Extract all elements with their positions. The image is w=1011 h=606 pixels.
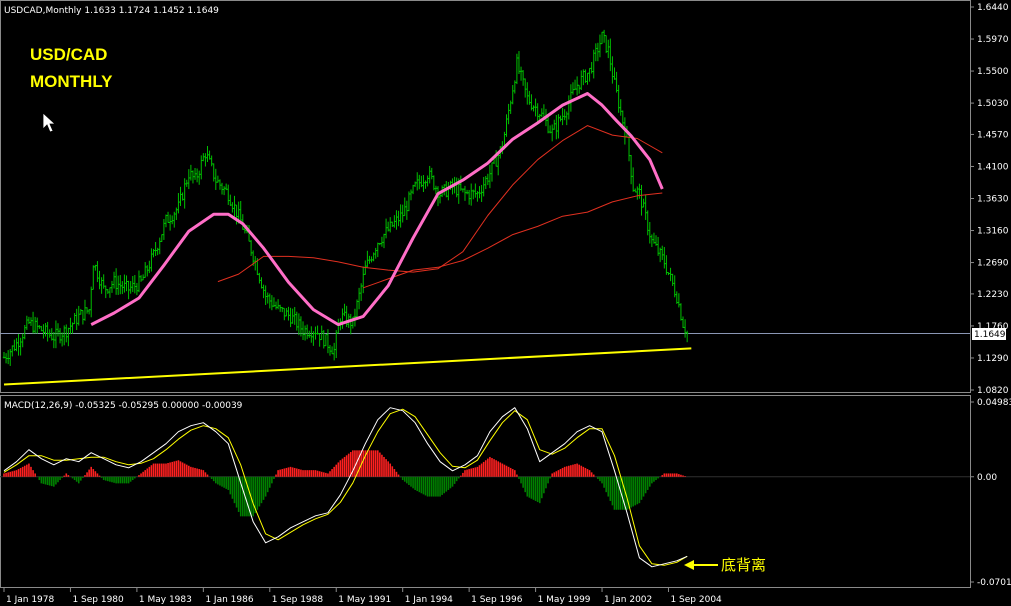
x-tick-label: 1 Jan 2002 xyxy=(604,595,652,605)
title-line2: MONTHLY xyxy=(30,72,113,91)
x-tick-label: 1 Sep 1980 xyxy=(72,595,124,605)
x-tick-label: 1 Sep 1988 xyxy=(272,595,324,605)
x-tick-label: 1 Jan 1986 xyxy=(205,595,253,605)
current-price-label: 1.1649 xyxy=(974,330,1006,340)
title-line1: USD/CAD xyxy=(30,45,107,64)
x-tick-label: 1 Jan 1978 xyxy=(6,595,54,605)
macd-y-tick-label: 0.00 xyxy=(977,473,997,483)
x-tick-label: 1 Jan 1994 xyxy=(405,595,453,605)
macd-y-tick-label: 0.04983 xyxy=(977,398,1011,408)
x-tick-label: 1 May 1999 xyxy=(538,595,591,605)
price-y-tick-label: 1.4100 xyxy=(977,162,1009,172)
x-tick-label: 1 Sep 2004 xyxy=(670,595,722,605)
main-header: USDCAD,Monthly 1.1633 1.1724 1.1452 1.16… xyxy=(4,6,219,16)
chart-canvas[interactable]: 1.6440 1.5970 1.5500 1.5030 1.4570 1.4100 1.36… xyxy=(0,0,1011,606)
price-y-tick-label: 1.5500 xyxy=(977,67,1009,77)
price-y-tick-label: 1.5030 xyxy=(977,99,1009,109)
price-y-tick-label: 1.1290 xyxy=(977,354,1009,364)
price-y-tick-label: 1.3630 xyxy=(977,195,1009,205)
price-y-tick-label: 1.2690 xyxy=(977,259,1009,269)
price-y-tick-label: 1.2230 xyxy=(977,290,1009,300)
price-y-tick-label: 1.5970 xyxy=(977,35,1009,45)
price-y-tick-label: 1.6440 xyxy=(977,3,1009,13)
background xyxy=(0,0,1011,606)
price-y-tick-label: 1.4570 xyxy=(977,130,1009,140)
macd-header: MACD(12,26,9) -0.05325 -0.05295 0.00000 … xyxy=(4,401,243,411)
annotation-text: 底背离 xyxy=(721,556,766,574)
price-y-tick-label: 1.3160 xyxy=(977,227,1009,237)
x-tick-label: 1 May 1991 xyxy=(338,595,391,605)
price-y-tick-label: 1.0820 xyxy=(977,386,1009,396)
macd-y-tick-label: -0.07016 xyxy=(977,578,1011,588)
x-tick-label: 1 Sep 1996 xyxy=(471,595,523,605)
x-tick-label: 1 May 1983 xyxy=(139,595,192,605)
